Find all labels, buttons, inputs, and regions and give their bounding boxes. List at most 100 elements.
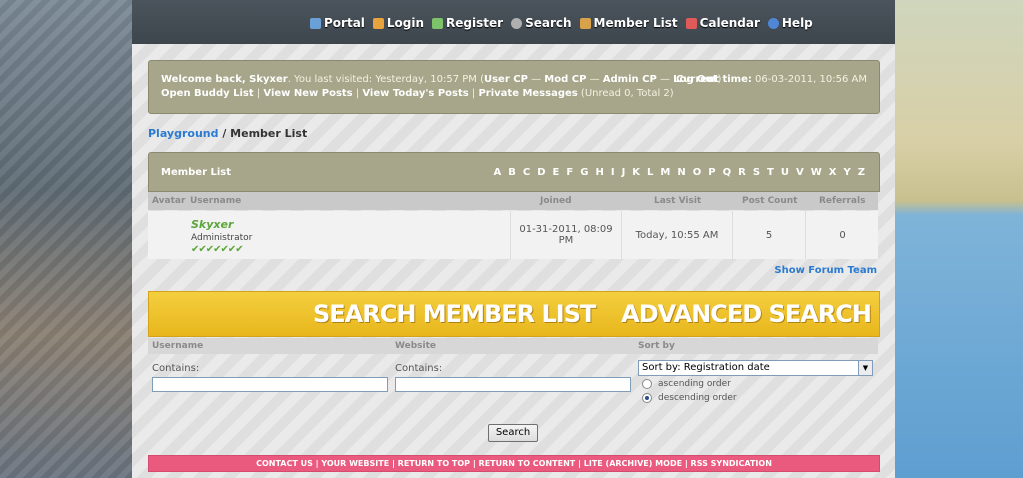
ascending-radio[interactable] xyxy=(642,379,652,389)
sortby-header: Sort by xyxy=(638,341,675,351)
member-list-icon xyxy=(579,17,591,29)
descending-option[interactable]: descending order xyxy=(642,393,737,403)
show-forum-team-link[interactable]: Show Forum Team xyxy=(774,265,877,276)
letter-q[interactable]: Q xyxy=(723,167,732,178)
footer-link[interactable]: RETURN TO TOP xyxy=(398,459,470,468)
alphabet-filter: ABCDEFGHIJKLMNOPQRSTUVWXYZ xyxy=(494,167,865,178)
letter-l[interactable]: L xyxy=(647,167,653,178)
search-banner: SEARCH MEMBER LIST ADVANCED SEARCH xyxy=(148,291,880,337)
footer-link[interactable]: CONTACT US xyxy=(256,459,313,468)
breadcrumb-separator: / xyxy=(218,127,231,140)
user-cp-link[interactable]: User CP xyxy=(484,74,528,85)
ascending-option[interactable]: ascending order xyxy=(642,379,731,389)
member-list-title: Member List xyxy=(161,167,232,178)
referrals-cell: 0 xyxy=(805,211,879,259)
nav-member-list-label: Member List xyxy=(593,16,678,30)
footer-links: CONTACT US | YOUR WEBSITE | RETURN TO TO… xyxy=(148,455,880,472)
mod-cp-link[interactable]: Mod CP xyxy=(544,74,586,85)
table-column-headers: Avatar Username Joined Last Visit Post C… xyxy=(148,192,878,210)
letter-t[interactable]: T xyxy=(767,167,774,178)
letter-z[interactable]: Z xyxy=(858,167,865,178)
separator: — xyxy=(586,74,603,85)
admin-cp-link[interactable]: Admin CP xyxy=(603,74,657,85)
letter-v[interactable]: V xyxy=(796,167,804,178)
register-icon xyxy=(432,17,444,29)
letter-u[interactable]: U xyxy=(781,167,789,178)
letter-b[interactable]: B xyxy=(508,167,516,178)
letter-y[interactable]: Y xyxy=(843,167,850,178)
footer-separator: | xyxy=(470,459,479,468)
footer-link[interactable]: RETURN TO CONTENT xyxy=(479,459,576,468)
nav-portal[interactable]: Portal xyxy=(310,16,365,30)
nav-login-label: Login xyxy=(386,16,425,30)
username-cell: Skyxer Administrator ✔✔✔✔✔✔✔ xyxy=(191,218,252,255)
letter-h[interactable]: H xyxy=(595,167,603,178)
member-username-link[interactable]: Skyxer xyxy=(191,218,252,231)
letter-s[interactable]: S xyxy=(753,167,760,178)
last-visit-text: . You last visited: Yesterday, 10:57 PM … xyxy=(287,74,484,85)
separator: — xyxy=(656,74,674,85)
col-avatar: Avatar xyxy=(152,196,186,206)
calendar-icon xyxy=(685,17,697,29)
descending-radio[interactable] xyxy=(642,393,652,403)
nav-register-label: Register xyxy=(446,16,504,30)
letter-j[interactable]: J xyxy=(622,167,626,178)
current-time-value: 06-03-2011, 10:56 AM xyxy=(751,74,867,85)
post-count-cell: 5 xyxy=(732,211,805,259)
nav-login[interactable]: Login xyxy=(372,16,425,30)
footer-link[interactable]: LITE (ARCHIVE) MODE xyxy=(584,459,682,468)
letter-d[interactable]: D xyxy=(537,167,545,178)
chevron-down-icon[interactable]: ▼ xyxy=(858,361,872,375)
col-post-count: Post Count xyxy=(742,196,798,206)
nav-register[interactable]: Register xyxy=(432,16,503,30)
letter-f[interactable]: F xyxy=(566,167,573,178)
username-input[interactable] xyxy=(152,377,388,392)
nav-help[interactable]: Help xyxy=(767,16,813,30)
nav-search[interactable]: Search xyxy=(511,16,572,30)
letter-o[interactable]: O xyxy=(693,167,702,178)
member-list-header: Member List ABCDEFGHIJKLMNOPQRSTUVWXYZ xyxy=(148,152,880,192)
banner-search-member-list: SEARCH MEMBER LIST xyxy=(313,300,596,328)
member-rank-stars: ✔✔✔✔✔✔✔ xyxy=(191,244,244,255)
current-time-label: Current time: xyxy=(675,74,752,85)
welcome-links: Open Buddy List | View New Posts | View … xyxy=(161,88,674,99)
letter-x[interactable]: X xyxy=(829,167,837,178)
welcome-box: Welcome back, Skyxer. You last visited: … xyxy=(148,60,880,114)
footer-link[interactable]: YOUR WEBSITE xyxy=(321,459,389,468)
private-messages-link[interactable]: Private Messages xyxy=(478,88,577,99)
welcome-prefix: Welcome back, xyxy=(161,74,250,85)
letter-g[interactable]: G xyxy=(580,167,588,178)
descending-label: descending order xyxy=(658,393,737,403)
letter-w[interactable]: W xyxy=(811,167,822,178)
col-username: Username xyxy=(190,196,242,206)
search-icon xyxy=(511,17,523,29)
letter-r[interactable]: R xyxy=(738,167,746,178)
col-joined: Joined xyxy=(540,196,572,206)
letter-n[interactable]: N xyxy=(677,167,685,178)
letter-p[interactable]: P xyxy=(708,167,715,178)
buddy-list-link[interactable]: Open Buddy List xyxy=(161,88,254,99)
current-time: Current time: 06-03-2011, 10:56 AM xyxy=(676,74,867,85)
nav-calendar-label: Calendar xyxy=(699,16,760,30)
letter-a[interactable]: A xyxy=(494,167,502,178)
letter-c[interactable]: C xyxy=(523,167,530,178)
new-posts-link[interactable]: View New Posts xyxy=(263,88,352,99)
letter-e[interactable]: E xyxy=(553,167,560,178)
todays-posts-link[interactable]: View Today's Posts xyxy=(362,88,468,99)
website-header: Website xyxy=(395,341,437,351)
letter-k[interactable]: K xyxy=(632,167,640,178)
welcome-line: Welcome back, Skyxer. You last visited: … xyxy=(161,74,721,85)
search-button[interactable]: Search xyxy=(488,424,538,442)
footer-link[interactable]: RSS SYNDICATION xyxy=(691,459,772,468)
nav-member-list[interactable]: Member List xyxy=(579,16,678,30)
separator: — xyxy=(527,74,545,85)
website-input[interactable] xyxy=(395,377,631,392)
breadcrumb-root[interactable]: Playground xyxy=(148,127,218,140)
nav-calendar[interactable]: Calendar xyxy=(685,16,760,30)
ascending-label: ascending order xyxy=(658,379,731,389)
footer-separator: | xyxy=(575,459,584,468)
sort-by-select[interactable]: Sort by: Registration date ▼ xyxy=(638,360,873,376)
joined-cell: 01-31-2011, 08:09 PM xyxy=(510,211,621,259)
letter-m[interactable]: M xyxy=(660,167,670,178)
letter-i[interactable]: I xyxy=(611,167,615,178)
